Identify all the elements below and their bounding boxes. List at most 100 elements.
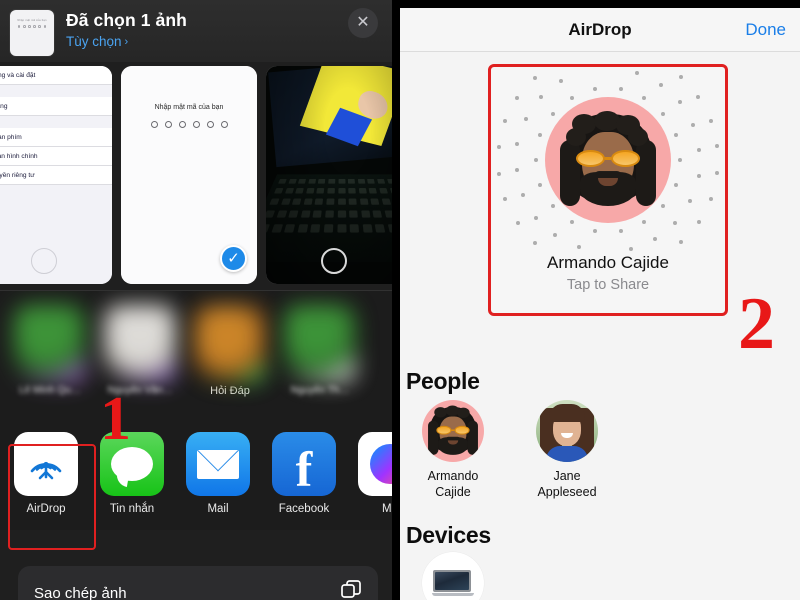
photo-avatar bbox=[536, 400, 598, 462]
contact-avatar bbox=[104, 305, 176, 383]
avatar bbox=[422, 400, 484, 462]
share-sheet-header: Nhập mật mã của bạn Đã chọn 1 ảnh Tùy ch… bbox=[0, 0, 392, 62]
radar-dot bbox=[661, 111, 666, 116]
radar-dot bbox=[534, 215, 539, 220]
radar-dot bbox=[642, 95, 646, 100]
radar-dot bbox=[523, 116, 528, 121]
mail-icon bbox=[186, 432, 250, 496]
person-armando-cajide[interactable]: Armando Cajide bbox=[422, 400, 484, 500]
glasses-lens-left bbox=[436, 425, 452, 435]
contact-label: Lê Minh Qu… bbox=[19, 385, 81, 396]
person-name-line1: Armando bbox=[427, 469, 479, 483]
options-link[interactable]: Tùy chọn › bbox=[66, 34, 187, 49]
contacts-suggestions-row[interactable]: Lê Minh Qu… Nguyễn Văn… Hỏi Đáp Nguyễn T… bbox=[0, 290, 392, 420]
radar-dot bbox=[550, 111, 555, 116]
memoji-curl bbox=[457, 407, 470, 418]
radar-dot bbox=[618, 228, 623, 233]
contact-suggestion[interactable]: Hỏi Đáp bbox=[194, 305, 266, 397]
radar-dot bbox=[642, 220, 646, 225]
device-johns-macbook-pro[interactable]: John's MacBook Pro bbox=[422, 552, 484, 600]
radar-dot bbox=[532, 75, 537, 80]
memoji-glasses bbox=[436, 425, 470, 435]
radar-dot bbox=[538, 133, 543, 138]
hero-tap-to-share: Tap to Share bbox=[566, 277, 650, 293]
person-name: Jane Appleseed bbox=[536, 469, 598, 500]
share-sheet-title: Đã chọn 1 ảnh bbox=[66, 10, 187, 30]
radar-dot bbox=[503, 119, 508, 124]
radar-dot bbox=[515, 95, 520, 100]
devices-grid: John's MacBook Pro bbox=[422, 552, 484, 600]
memoji-curl bbox=[566, 128, 586, 146]
status-bar bbox=[400, 0, 800, 8]
settings-row: rí & quyền riêng tư bbox=[0, 166, 112, 185]
radar-dot bbox=[618, 87, 623, 92]
radar-dot bbox=[570, 95, 574, 100]
settings-gap bbox=[0, 85, 112, 97]
passcode-caption: Nhập mật mã của bạn bbox=[154, 104, 224, 111]
facebook-icon: f bbox=[272, 432, 336, 496]
ios-share-sheet: Nhập mật mã của bạn Đã chọn 1 ảnh Tùy ch… bbox=[0, 0, 392, 600]
home-indicator-circle bbox=[321, 248, 347, 274]
memoji-glasses bbox=[576, 150, 640, 167]
contact-label: Hỏi Đáp bbox=[210, 385, 250, 397]
radar-dot bbox=[520, 193, 525, 198]
share-app-label: Mail bbox=[207, 503, 229, 515]
radar-dot bbox=[696, 174, 701, 179]
settings-row: nội dung và cài đặt bbox=[0, 66, 112, 85]
thumbnail-passcode-dots bbox=[10, 25, 54, 28]
contact-suggestion[interactable]: Lê Minh Qu… bbox=[14, 305, 86, 396]
share-app-mail[interactable]: Mail bbox=[186, 432, 250, 515]
radar-dot bbox=[515, 141, 520, 146]
radar-dot bbox=[593, 87, 598, 92]
jane-shirt bbox=[546, 446, 588, 462]
memoji-curl bbox=[628, 128, 648, 146]
memoji-avatar bbox=[428, 405, 478, 456]
contact-suggestion[interactable]: Nguyễn Văn… bbox=[104, 305, 176, 396]
share-app-label: Me bbox=[382, 503, 392, 515]
photo-card-passcode[interactable]: Nhập mật mã của bạn ✓ bbox=[121, 66, 257, 284]
done-button[interactable]: Done bbox=[745, 20, 786, 40]
action-list[interactable]: Sao chép ảnh bbox=[18, 566, 378, 600]
share-app-facebook[interactable]: f Facebook bbox=[272, 432, 336, 515]
contact-suggestion[interactable]: Nguyễn Th… bbox=[284, 305, 356, 396]
radar-dot bbox=[661, 204, 666, 209]
share-app-airdrop[interactable]: AirDrop bbox=[14, 432, 78, 515]
hero-avatar bbox=[545, 97, 671, 223]
airdrop-body: Armando Cajide Tap to Share 2 People Arm… bbox=[400, 52, 800, 600]
radar-dot bbox=[658, 82, 663, 87]
photo-selected-check-icon[interactable]: ✓ bbox=[220, 245, 247, 272]
facebook-f-glyph: f bbox=[295, 440, 313, 496]
radar-dot bbox=[673, 220, 678, 225]
radar-dot bbox=[576, 245, 581, 250]
devices-section-title: Devices bbox=[406, 522, 491, 548]
radar-dot bbox=[503, 197, 508, 202]
share-apps-row[interactable]: AirDrop Tin nhắn Mail f Facebook M bbox=[0, 420, 392, 530]
messenger-icon bbox=[358, 432, 392, 496]
airdrop-icon bbox=[14, 432, 78, 496]
macbook-screen bbox=[434, 571, 470, 591]
photo-card-settings[interactable]: nội dung và cài đặt đặt mạng điển bàn ph… bbox=[0, 66, 112, 284]
photo-card-laptop[interactable] bbox=[266, 66, 392, 284]
memoji-avatar bbox=[560, 111, 656, 208]
radar-dot bbox=[496, 171, 501, 176]
share-app-messenger[interactable]: Me bbox=[358, 432, 392, 515]
radar-dot bbox=[570, 220, 574, 225]
radar-dot bbox=[534, 158, 538, 162]
page-title: AirDrop bbox=[568, 19, 632, 39]
share-app-label: Tin nhắn bbox=[109, 503, 155, 515]
photo-strip[interactable]: nội dung và cài đặt đặt mạng điển bàn ph… bbox=[0, 62, 392, 290]
radar-dot bbox=[688, 199, 693, 204]
radar-dot bbox=[514, 167, 519, 172]
airdrop-hero-target[interactable]: Armando Cajide Tap to Share bbox=[488, 64, 728, 316]
radar-dot bbox=[678, 158, 682, 162]
passcode-dots bbox=[121, 121, 257, 128]
thumbnail-caption: Nhập mật mã của bạn bbox=[17, 19, 47, 22]
close-button[interactable]: ✕ bbox=[348, 8, 378, 38]
radar-dot bbox=[559, 78, 564, 83]
person-jane-appleseed[interactable]: Jane Appleseed bbox=[536, 400, 598, 500]
radar-dot bbox=[697, 148, 702, 153]
share-app-label: Facebook bbox=[278, 503, 330, 515]
avatar bbox=[536, 400, 598, 462]
person-name-line1: Jane bbox=[553, 469, 581, 483]
person-name: Armando Cajide bbox=[422, 469, 484, 500]
